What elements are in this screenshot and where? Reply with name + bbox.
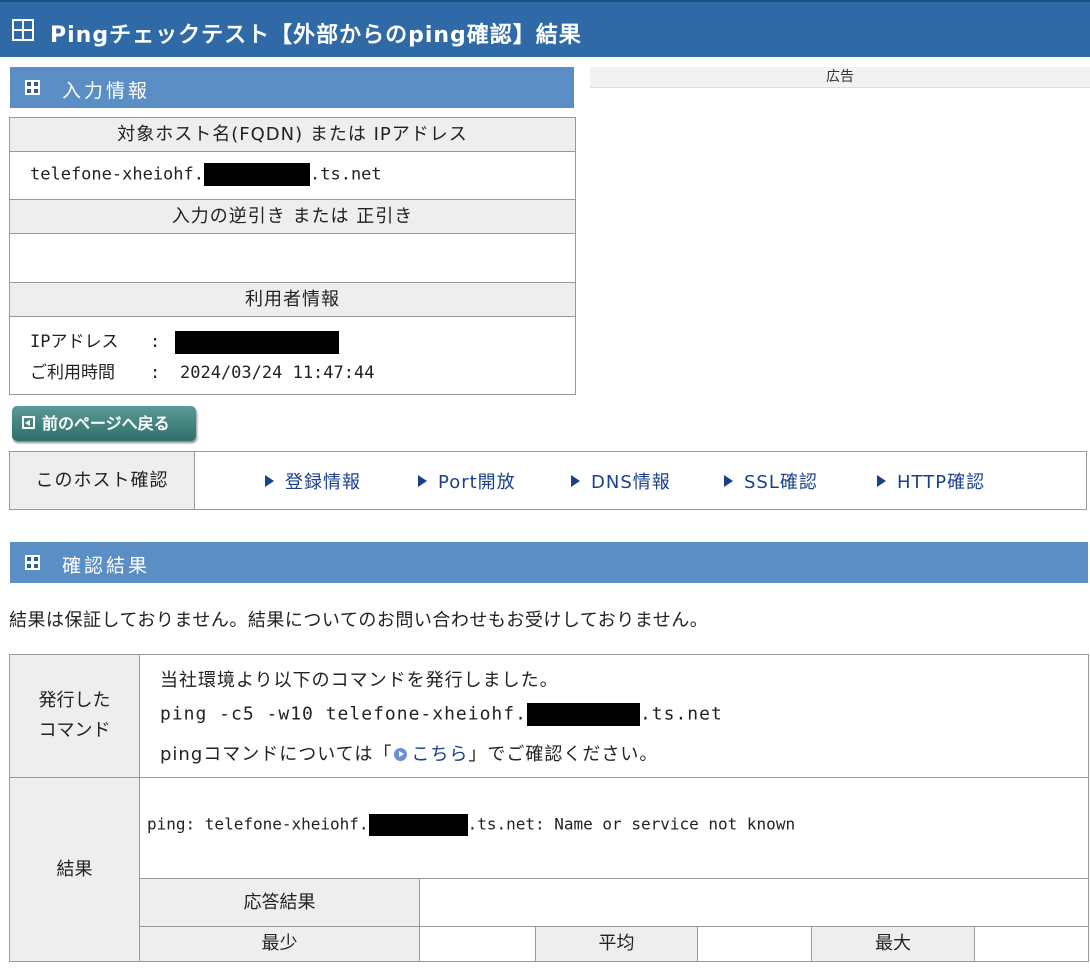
triangle-right-icon bbox=[418, 475, 427, 487]
link-registration-info[interactable]: 登録情報 bbox=[265, 468, 361, 494]
input-info-heading: 入力情報 bbox=[62, 80, 151, 102]
host-check-label: このホスト確認 bbox=[10, 452, 195, 509]
back-button[interactable]: 前のページへ戻る bbox=[12, 406, 196, 441]
redacted-block bbox=[204, 163, 310, 186]
input-info-section-bar: 入力情報 bbox=[10, 67, 574, 108]
command-intro: 当社環境より以下のコマンドを発行しました。 bbox=[160, 670, 559, 691]
section-grid-icon bbox=[25, 80, 40, 95]
result-table: 発行した コマンド 当社環境より以下のコマンドを発行しました。 ping -c5… bbox=[9, 654, 1089, 962]
triangle-right-icon bbox=[571, 475, 580, 487]
help-link[interactable]: こちら bbox=[411, 744, 468, 765]
response-label: 応答結果 bbox=[140, 879, 420, 927]
redacted-block bbox=[526, 703, 640, 726]
disclaimer-notice: 結果は保証しておりません。結果についてのお問い合わせもお受けしておりません。 bbox=[9, 610, 709, 631]
max-label: 最大 bbox=[812, 927, 975, 961]
link-dns-info[interactable]: DNS情報 bbox=[571, 468, 671, 494]
result-output-text: ping: telefone-xheiohf. .ts.net: Name or … bbox=[147, 814, 795, 836]
command-help: pingコマンドについては「 こちら」でご確認ください。 bbox=[160, 744, 659, 765]
play-circle-icon bbox=[394, 748, 408, 761]
response-value bbox=[420, 879, 1088, 927]
min-value bbox=[420, 927, 536, 961]
redacted-ip-block bbox=[175, 330, 339, 354]
page-title-bar: Pingチェックテスト【外部からのping確認】結果 bbox=[0, 0, 1090, 57]
ip-address-row: IPアドレス: bbox=[30, 327, 339, 354]
triangle-right-icon bbox=[724, 475, 733, 487]
result-heading: 確認結果 bbox=[62, 555, 151, 577]
host-value: telefone-xheiohf. .ts.net bbox=[30, 163, 382, 186]
result-label: 結果 bbox=[10, 778, 140, 961]
command-label: 発行した コマンド bbox=[10, 655, 140, 778]
back-button-label: 前のページへ戻る bbox=[42, 414, 170, 433]
redacted-block bbox=[368, 814, 468, 836]
command-text: ping -c5 -w10 telefone-xheiohf. .ts.net bbox=[160, 703, 723, 726]
window-grid-icon bbox=[12, 19, 34, 41]
triangle-right-icon bbox=[877, 475, 886, 487]
usage-time-row: ご利用時間:2024/03/24 11:47:44 bbox=[30, 358, 374, 383]
host-check-bar: このホスト確認 登録情報 Port開放 DNS情報 SSL確認 HTTP確認 bbox=[9, 451, 1087, 510]
max-value bbox=[975, 927, 1088, 961]
ad-area: 広告 bbox=[590, 67, 1090, 88]
section-grid-icon bbox=[25, 555, 40, 570]
link-ssl-check[interactable]: SSL確認 bbox=[724, 468, 818, 494]
ad-label: 広告 bbox=[826, 69, 854, 85]
user-info-header: 利用者情報 bbox=[10, 282, 575, 317]
reverse-lookup-header: 入力の逆引き または 正引き bbox=[10, 199, 575, 234]
command-content: 当社環境より以下のコマンドを発行しました。 ping -c5 -w10 tele… bbox=[140, 655, 1088, 778]
host-header: 対象ホスト名(FQDN) または IPアドレス bbox=[10, 118, 575, 152]
ip-address-label: IPアドレス bbox=[30, 332, 119, 352]
input-info-table: 対象ホスト名(FQDN) または IPアドレス telefone-xheiohf… bbox=[9, 117, 576, 395]
usage-time-label: ご利用時間 bbox=[30, 363, 115, 383]
triangle-right-icon bbox=[265, 475, 274, 487]
host-value-suffix: .ts.net bbox=[310, 164, 382, 185]
ip-separator: : bbox=[150, 332, 161, 352]
link-http-check[interactable]: HTTP確認 bbox=[877, 468, 985, 494]
time-separator: : bbox=[150, 363, 161, 383]
result-output: ping: telefone-xheiohf. .ts.net: Name or … bbox=[140, 778, 1088, 879]
usage-time-value: 2024/03/24 11:47:44 bbox=[180, 363, 375, 383]
result-section-bar: 確認結果 bbox=[10, 542, 1088, 583]
avg-value bbox=[698, 927, 812, 961]
link-port-open[interactable]: Port開放 bbox=[418, 468, 516, 494]
host-value-prefix: telefone-xheiohf. bbox=[30, 164, 204, 185]
back-arrow-icon bbox=[22, 416, 35, 429]
avg-label: 平均 bbox=[536, 927, 698, 961]
min-label: 最少 bbox=[140, 927, 420, 961]
page-title: Pingチェックテスト【外部からのping確認】結果 bbox=[50, 23, 582, 48]
